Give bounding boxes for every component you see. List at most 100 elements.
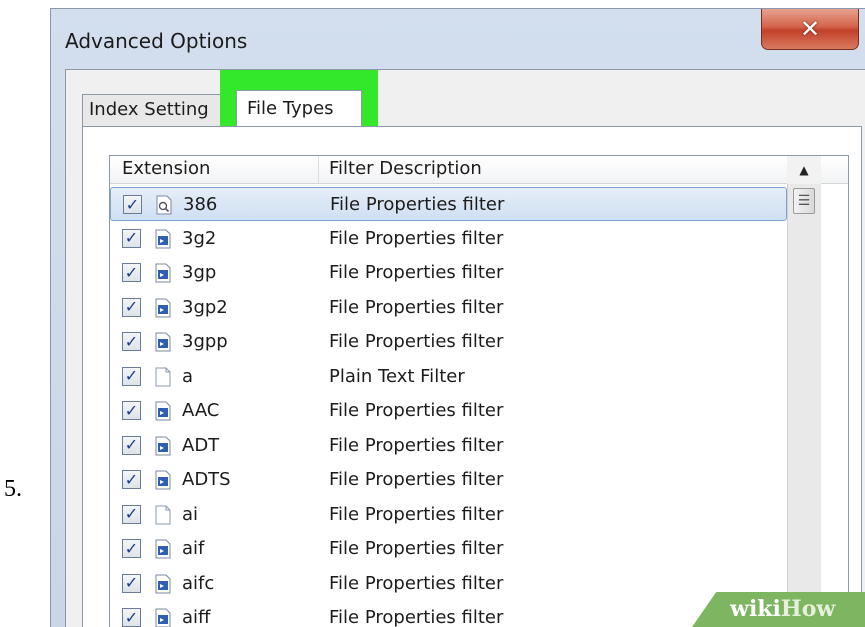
arrow-up-icon: ▲ (799, 163, 809, 177)
row-checkbox[interactable]: ✓ (122, 608, 141, 627)
list-item[interactable]: ✓ ADT File Properties filter (110, 429, 787, 463)
row-checkbox[interactable]: ✓ (122, 263, 141, 282)
step-number: 5. (4, 476, 22, 502)
scroll-up-button[interactable]: ▲ (787, 156, 821, 184)
row-filter-description: File Properties filter (330, 194, 505, 215)
row-checkbox[interactable]: ✓ (122, 573, 141, 593)
watermark-wiki: wiki (730, 596, 781, 622)
row-checkbox[interactable]: ✓ (122, 297, 141, 317)
media-file-icon (154, 263, 172, 283)
dialog-client-area: Index Setting File Types Extension Filte… (65, 69, 865, 627)
media-file-icon (154, 229, 172, 249)
row-extension: 3g2 (182, 227, 217, 249)
media-file-icon (154, 539, 172, 559)
media-file-icon (154, 574, 172, 594)
media-file-icon (154, 436, 172, 456)
checkmark-icon: ✓ (124, 297, 139, 316)
checkmark-icon: ✓ (124, 573, 139, 592)
advanced-options-dialog: Advanced Options ✕ Index Setting File Ty… (50, 8, 865, 627)
search-file-icon (155, 195, 173, 215)
blank-file-icon (154, 505, 172, 525)
row-filter-description: File Properties filter (329, 607, 504, 627)
wikihow-watermark: wikiHow (692, 592, 865, 627)
row-extension: 3gpp (182, 331, 228, 352)
row-checkbox[interactable]: ✓ (122, 228, 141, 248)
checkmark-icon: ✓ (124, 262, 139, 282)
row-filter-description: File Properties filter (329, 434, 504, 456)
tab-label: File Types (247, 98, 334, 119)
row-extension: ADT (182, 434, 220, 456)
row-filter-description: File Properties filter (329, 331, 504, 352)
list-header: Extension Filter Description (110, 156, 848, 184)
media-file-icon (154, 298, 172, 318)
row-checkbox[interactable]: ✓ (122, 366, 141, 386)
checkmark-icon: ✓ (124, 504, 139, 523)
checkmark-icon: ✓ (124, 469, 139, 489)
checkmark-icon: ✓ (125, 194, 140, 214)
column-separator[interactable] (318, 156, 319, 184)
row-filter-description: File Properties filter (329, 469, 504, 490)
column-header-extension[interactable]: Extension (122, 158, 210, 179)
row-filter-description: File Properties filter (329, 538, 504, 559)
media-file-icon (154, 470, 172, 490)
blank-file-icon (154, 367, 172, 387)
list-item[interactable]: ✓ aiff File Properties filter (110, 601, 787, 627)
row-checkbox[interactable]: ✓ (123, 195, 142, 214)
checkmark-icon: ✓ (124, 607, 139, 627)
tab-index-settings[interactable]: Index Setting (82, 94, 242, 126)
list-item[interactable]: ✓ aif File Properties filter (110, 532, 787, 566)
row-checkbox[interactable]: ✓ (122, 504, 141, 524)
row-filter-description: File Properties filter (329, 503, 504, 525)
list-item[interactable]: ✓ ai File Properties filter (110, 498, 787, 532)
scroll-thumb[interactable]: ☰ (793, 188, 815, 214)
tab-label: Index Setting (89, 99, 209, 120)
list-item[interactable]: ✓ 3g2 File Properties filter (110, 222, 787, 256)
row-checkbox[interactable]: ✓ (122, 470, 141, 489)
row-filter-description: File Properties filter (329, 400, 504, 421)
list-item[interactable]: ✓ a Plain Text Filter (110, 360, 787, 394)
checkmark-icon: ✓ (124, 228, 139, 247)
checkmark-icon: ✓ (124, 331, 139, 351)
row-extension: ai (182, 503, 199, 525)
row-extension: 3gp (182, 262, 217, 283)
row-extension: a (182, 365, 194, 387)
checkmark-icon: ✓ (124, 366, 139, 385)
row-checkbox[interactable]: ✓ (122, 539, 141, 558)
list-item[interactable]: ✓ AAC File Properties filter (110, 394, 787, 428)
row-extension: aifc (182, 572, 215, 594)
row-extension: aif (182, 538, 205, 559)
list-item[interactable]: ✓ 386 File Properties filter (110, 187, 787, 221)
list-item[interactable]: ✓ 3gp File Properties filter (110, 256, 787, 290)
row-filter-description: Plain Text Filter (329, 365, 465, 387)
checkmark-icon: ✓ (124, 435, 139, 454)
vertical-scrollbar[interactable]: ☰ (787, 184, 821, 627)
checkmark-icon: ✓ (124, 400, 139, 420)
tab-file-types[interactable]: File Types (236, 90, 362, 128)
row-extension: aiff (182, 607, 211, 627)
media-file-icon (154, 332, 172, 352)
list-item[interactable]: ✓ 3gp2 File Properties filter (110, 291, 787, 325)
row-filter-description: File Properties filter (329, 572, 504, 594)
file-types-panel: Extension Filter Description ▲ ☰ ✓ 386 Fil… (82, 126, 862, 627)
row-checkbox[interactable]: ✓ (122, 332, 141, 351)
media-file-icon (154, 401, 172, 421)
row-extension: 3gp2 (182, 296, 228, 318)
row-extension: ADTS (182, 469, 231, 490)
list-item[interactable]: ✓ ADTS File Properties filter (110, 463, 787, 497)
grip-icon: ☰ (797, 193, 811, 209)
file-types-list[interactable]: Extension Filter Description ▲ ☰ ✓ 386 Fil… (109, 155, 849, 627)
close-icon: ✕ (799, 14, 821, 43)
column-header-description[interactable]: Filter Description (329, 158, 482, 179)
list-item[interactable]: ✓ aifc File Properties filter (110, 567, 787, 601)
list-item[interactable]: ✓ 3gpp File Properties filter (110, 325, 787, 359)
media-file-icon (154, 608, 172, 627)
row-filter-description: File Properties filter (329, 296, 504, 318)
row-filter-description: File Properties filter (329, 227, 504, 249)
row-checkbox[interactable]: ✓ (122, 435, 141, 455)
checkmark-icon: ✓ (124, 538, 139, 558)
close-button[interactable]: ✕ (761, 9, 859, 50)
row-extension: AAC (182, 400, 220, 421)
row-checkbox[interactable]: ✓ (122, 401, 141, 420)
dialog-title: Advanced Options (65, 29, 248, 53)
row-filter-description: File Properties filter (329, 262, 504, 283)
